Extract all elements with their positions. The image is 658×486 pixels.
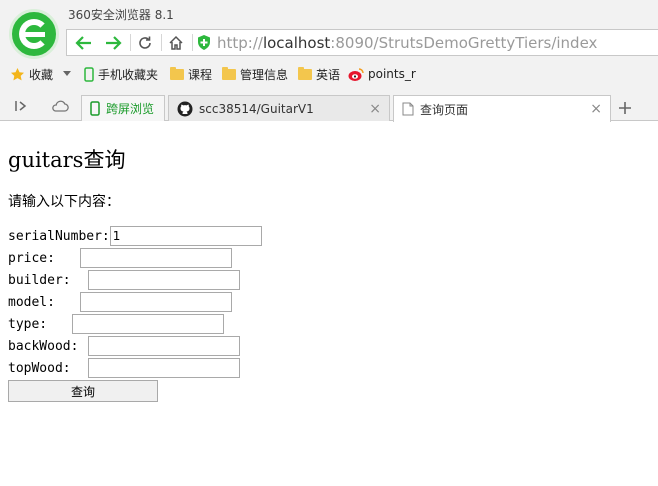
folder-icon	[170, 66, 184, 80]
browser-logo-icon	[9, 9, 59, 59]
sidebar-toggle-icon	[15, 101, 27, 111]
tab-github[interactable]: scc38514/GuitarV1 ×	[168, 95, 390, 121]
price-row: price:	[8, 247, 232, 269]
bookmark-points-r[interactable]: points_r	[348, 65, 416, 83]
bookmark-english[interactable]: 英语	[298, 65, 340, 83]
tab-bar: 跨屏浏览 scc38514/GuitarV1 × 查询页面 ×	[0, 92, 658, 122]
cloud-icon	[52, 100, 69, 112]
phone-icon	[84, 66, 94, 82]
url-text[interactable]: http://localhost:8090/StrutsDemoGrettyTi…	[217, 34, 597, 52]
type-row: type:	[8, 313, 224, 335]
reload-icon	[139, 36, 151, 49]
bookmark-favorites[interactable]: 收藏	[10, 65, 72, 83]
page-title: guitars查询	[8, 148, 126, 172]
price-label: price:	[8, 250, 55, 266]
weibo-icon	[348, 67, 364, 81]
builder-label: builder:	[8, 272, 71, 288]
address-bar: http://localhost:8090/StrutsDemoGrettyTi…	[66, 29, 658, 56]
new-tab-button[interactable]	[614, 97, 636, 119]
tab-cross-screen[interactable]: 跨屏浏览	[81, 95, 165, 121]
plus-icon	[619, 102, 631, 114]
serial-number-input[interactable]	[109, 226, 262, 246]
page-icon	[402, 102, 414, 116]
top-wood-input[interactable]	[88, 358, 240, 378]
home-button[interactable]	[161, 30, 191, 55]
github-icon	[177, 101, 193, 116]
model-row: model:	[8, 291, 232, 313]
forward-arrow-icon	[106, 35, 122, 50]
home-icon	[169, 35, 183, 50]
intro-text: 请输入以下内容：	[8, 194, 120, 210]
cross-screen-icon	[90, 101, 100, 116]
tab-query-page[interactable]: 查询页面 ×	[393, 95, 611, 122]
bookmark-management[interactable]: 管理信息	[222, 65, 288, 83]
reload-button[interactable]	[130, 30, 160, 55]
price-input[interactable]	[80, 248, 232, 268]
back-arrow-icon	[75, 35, 91, 50]
bookmark-course[interactable]: 课程	[170, 65, 212, 83]
serial-number-label: serialNumber:	[8, 228, 110, 244]
serial-number-row: serialNumber:	[8, 225, 262, 247]
tab-close-button[interactable]: ×	[369, 101, 381, 117]
builder-row: builder:	[8, 269, 240, 291]
browser-chrome: 360安全浏览器 8.1 http://localhost:8090/Strut…	[0, 0, 658, 122]
folder-icon	[298, 66, 312, 80]
bookmark-mobile[interactable]: 手机收藏夹	[84, 65, 158, 83]
model-label: model:	[8, 294, 55, 310]
builder-input[interactable]	[88, 270, 240, 290]
browser-title: 360安全浏览器 8.1	[68, 8, 174, 22]
forward-button[interactable]	[98, 30, 128, 55]
cloud-button[interactable]	[49, 96, 71, 116]
back-wood-row: backWood:	[8, 335, 240, 357]
top-wood-label: topWood:	[8, 360, 71, 376]
top-wood-row: topWood:	[8, 357, 240, 379]
bookmarks-bar: 收藏 手机收藏夹 课程 管理信息 英语 points_r	[0, 63, 658, 85]
folder-icon	[222, 66, 236, 80]
back-wood-label: backWood:	[8, 338, 79, 354]
type-input[interactable]	[72, 314, 224, 334]
type-label: type:	[8, 316, 48, 332]
page-content: guitars查询 请输入以下内容： serialNumber: price: …	[8, 121, 658, 486]
security-shield-icon	[198, 35, 210, 50]
star-icon	[11, 67, 24, 80]
tab-close-button[interactable]: ×	[590, 101, 602, 117]
back-button[interactable]	[69, 30, 99, 55]
back-wood-input[interactable]	[88, 336, 240, 356]
query-submit-button[interactable]: 查询	[8, 380, 158, 402]
chevron-down-icon	[63, 71, 72, 76]
model-input[interactable]	[80, 292, 232, 312]
sidebar-toggle-button[interactable]	[10, 96, 32, 116]
